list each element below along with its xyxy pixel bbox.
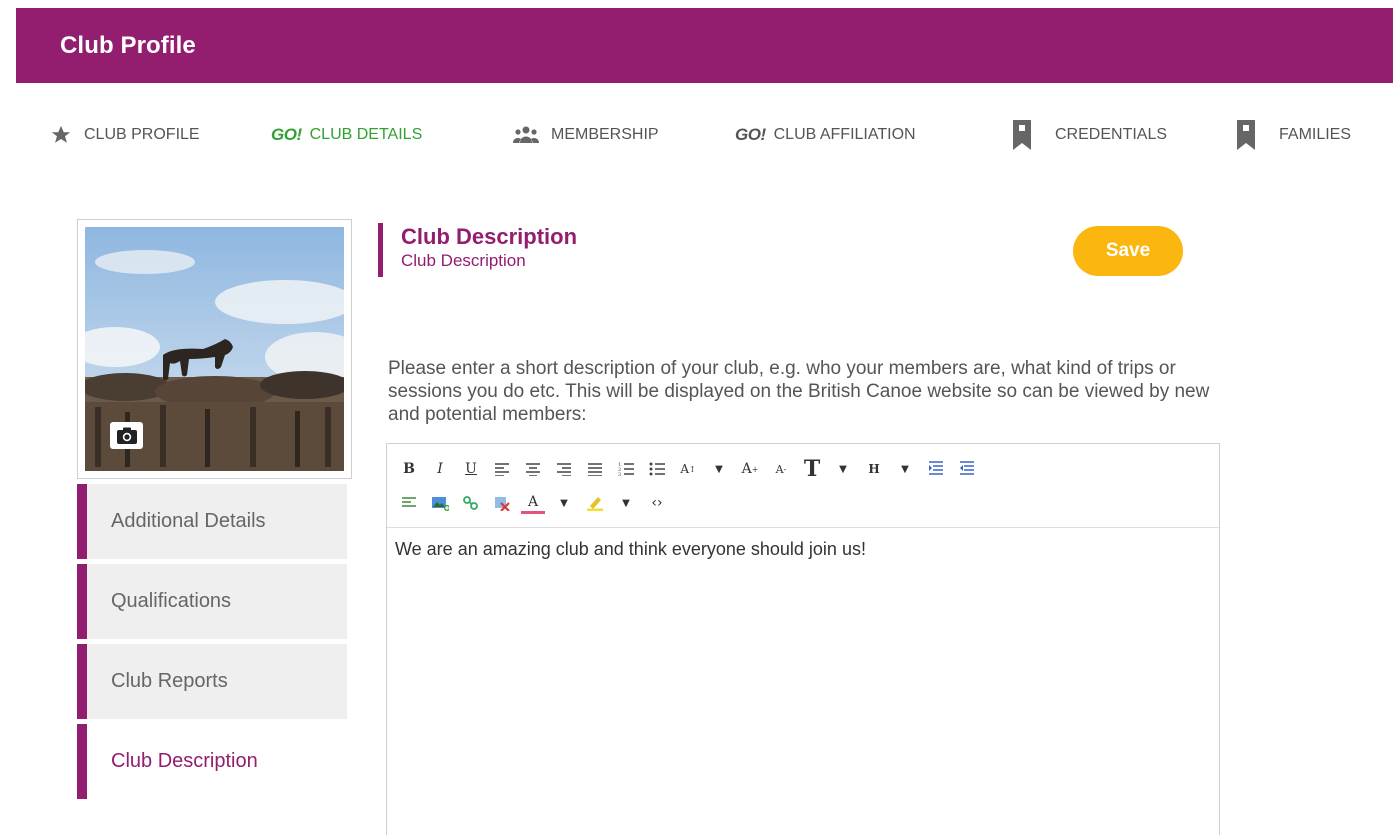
editor-content[interactable]: We are an amazing club and think everyon… — [387, 528, 1219, 570]
align-center-icon[interactable] — [521, 456, 545, 482]
rich-text-editor: B I U 123 A ↕ ▼ A + A- T ▼ H ▼ A ▼ ▼ ‹› … — [386, 443, 1220, 835]
sidebar: Additional Details Qualifications Club R… — [77, 484, 347, 804]
go-logo-icon: GO! — [271, 125, 302, 144]
page-header: Club Profile — [16, 8, 1393, 83]
indent-icon[interactable] — [924, 456, 948, 482]
paragraph-icon[interactable] — [397, 490, 421, 516]
toolbar-row: B I U 123 A ↕ ▼ A + A- T ▼ H ▼ — [397, 452, 1219, 486]
star-icon — [50, 124, 72, 146]
section-title: Club Description — [401, 224, 578, 249]
outdent-icon[interactable] — [955, 456, 979, 482]
svg-text:3: 3 — [618, 472, 621, 477]
sidebar-item-label: Club Description — [111, 750, 258, 772]
chevron-down-icon[interactable]: ▼ — [614, 490, 638, 516]
section-header: Club Description Club Description — [378, 223, 577, 277]
editor-toolbar: B I U 123 A ↕ ▼ A + A- T ▼ H ▼ A ▼ ▼ ‹› — [387, 444, 1219, 528]
align-justify-icon[interactable] — [583, 456, 607, 482]
bold-icon[interactable]: B — [397, 456, 421, 482]
tab-label: CLUB DETAILS — [309, 126, 423, 143]
unordered-list-icon[interactable] — [645, 456, 669, 482]
sidebar-item-additional-details[interactable]: Additional Details — [77, 484, 347, 559]
description-instructions: Please enter a short description of your… — [388, 358, 1210, 425]
tab-label: FAMILIES — [1279, 126, 1352, 143]
sidebar-item-label: Additional Details — [111, 510, 266, 532]
chevron-down-icon[interactable]: ▼ — [707, 456, 731, 482]
club-tabs: CLUB PROFILE GO! CLUB DETAILS MEMBERSHIP… — [50, 120, 1393, 150]
source-code-icon[interactable]: ‹› — [645, 490, 669, 516]
sidebar-item-club-description[interactable]: Club Description — [77, 724, 347, 799]
decrease-font-icon[interactable]: A- — [769, 456, 793, 482]
tab-membership[interactable]: MEMBERSHIP — [513, 125, 735, 145]
tab-club-affiliation[interactable]: GO! CLUB AFFILIATION — [735, 125, 1013, 145]
page-title: Club Profile — [60, 31, 196, 59]
sidebar-item-label: Qualifications — [111, 590, 232, 612]
tab-label: CLUB AFFILIATION — [773, 126, 916, 143]
font-family-icon[interactable]: T — [800, 456, 824, 482]
tab-label: MEMBERSHIP — [551, 126, 659, 143]
insert-link-icon[interactable] — [459, 490, 483, 516]
toolbar-row: A ▼ ▼ ‹› — [397, 486, 1219, 520]
tab-club-details[interactable]: GO! CLUB DETAILS — [271, 125, 513, 145]
increase-font-icon[interactable]: A + — [738, 456, 762, 482]
underline-icon[interactable]: U — [459, 456, 483, 482]
highlight-icon[interactable] — [583, 490, 607, 516]
bookmark-icon — [1013, 120, 1031, 150]
people-icon — [513, 125, 539, 145]
tab-label: CLUB PROFILE — [84, 126, 200, 143]
club-photo[interactable] — [77, 219, 352, 479]
tab-club-profile[interactable]: CLUB PROFILE — [50, 124, 271, 146]
tab-families[interactable]: FAMILIES — [1237, 120, 1387, 150]
go-logo-icon: GO! — [735, 125, 766, 144]
chevron-down-icon[interactable]: ▼ — [893, 456, 917, 482]
chevron-down-icon[interactable]: ▼ — [552, 490, 576, 516]
align-right-icon[interactable] — [552, 456, 576, 482]
chevron-down-icon[interactable]: ▼ — [831, 456, 855, 482]
align-left-icon[interactable] — [490, 456, 514, 482]
sidebar-item-qualifications[interactable]: Qualifications — [77, 564, 347, 639]
sidebar-item-club-reports[interactable]: Club Reports — [77, 644, 347, 719]
ordered-list-icon[interactable]: 123 — [614, 456, 638, 482]
sidebar-item-label: Club Reports — [111, 670, 228, 692]
font-color-icon[interactable]: A — [521, 492, 545, 514]
bookmark-icon — [1237, 120, 1255, 150]
camera-icon[interactable] — [110, 422, 143, 449]
save-button[interactable]: Save — [1073, 226, 1183, 276]
remove-link-icon[interactable] — [490, 490, 514, 516]
italic-icon[interactable]: I — [428, 456, 452, 482]
insert-image-icon[interactable] — [428, 490, 452, 516]
heading-icon[interactable]: H — [862, 456, 886, 482]
tab-credentials[interactable]: CREDENTIALS — [1013, 120, 1237, 150]
font-size-icon[interactable]: A ↕ — [676, 456, 700, 482]
section-subtitle: Club Description — [401, 251, 526, 270]
club-photo-image — [85, 227, 344, 471]
tab-label: CREDENTIALS — [1055, 126, 1168, 143]
